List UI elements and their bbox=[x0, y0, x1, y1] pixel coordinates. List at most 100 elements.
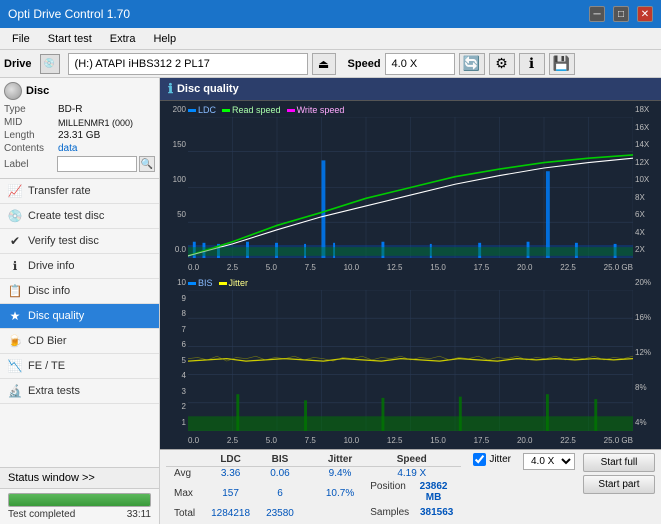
menu-bar: File Start test Extra Help bbox=[0, 28, 661, 50]
title-bar: Opti Drive Control 1.70 ─ □ ✕ bbox=[0, 0, 661, 28]
sidebar: Disc Type BD-R MID MILLENMR1 (000) Lengt… bbox=[0, 78, 160, 524]
info-button[interactable]: ℹ bbox=[519, 53, 545, 75]
max-label: Max bbox=[166, 480, 203, 506]
speed-select-stats[interactable]: 4.0 X 2.0 X 1.0 X bbox=[523, 453, 575, 470]
transfer-rate-icon: 📈 bbox=[8, 184, 22, 198]
start-full-button[interactable]: Start full bbox=[583, 453, 655, 472]
contents-value: data bbox=[58, 143, 77, 154]
header-ldc: LDC bbox=[203, 453, 258, 467]
jitter-checkbox[interactable] bbox=[473, 453, 486, 466]
legend-jitter: Jitter bbox=[229, 278, 249, 288]
eject-button[interactable]: ⏏ bbox=[312, 53, 336, 75]
max-jitter: 10.7% bbox=[318, 480, 362, 506]
avg-speed: 4.19 X bbox=[362, 467, 461, 481]
sidebar-item-label: Verify test disc bbox=[28, 235, 99, 247]
menu-help[interactable]: Help bbox=[145, 31, 184, 47]
disc-panel-title: Disc bbox=[26, 85, 49, 97]
maximize-button[interactable]: □ bbox=[613, 6, 629, 22]
settings-button[interactable]: ⚙ bbox=[489, 53, 515, 75]
status-window-button[interactable]: Status window >> bbox=[0, 468, 159, 489]
sidebar-item-label: Disc info bbox=[28, 285, 70, 297]
header-speed: Speed bbox=[362, 453, 461, 467]
menu-extra[interactable]: Extra bbox=[102, 31, 144, 47]
app-title: Opti Drive Control 1.70 bbox=[8, 7, 130, 21]
charts-container: LDC Read speed Write speed 200 150 10 bbox=[160, 101, 661, 449]
header-bis: BIS bbox=[258, 453, 302, 467]
status-bar: Status window >> Test completed 33:11 bbox=[0, 467, 159, 524]
avg-label: Avg bbox=[166, 467, 203, 481]
drive-selector[interactable]: (H:) ATAPI iHBS312 2 PL17 bbox=[68, 53, 308, 75]
menu-start-test[interactable]: Start test bbox=[40, 31, 100, 47]
sidebar-item-cd-bier[interactable]: 🍺 CD Bier bbox=[0, 329, 159, 354]
save-button[interactable]: 💾 bbox=[549, 53, 575, 75]
sidebar-item-disc-quality[interactable]: ★ Disc quality bbox=[0, 304, 159, 329]
status-window-label: Status window >> bbox=[8, 472, 95, 484]
header-jitter-label: Jitter bbox=[318, 453, 362, 467]
chart2-wrapper: BIS Jitter 10 9 8 7 6 5 4 3 bbox=[162, 276, 659, 447]
create-test-disc-icon: 💿 bbox=[8, 209, 22, 223]
pos-value: 23862 MB bbox=[414, 481, 454, 503]
label-button[interactable]: 🔍 bbox=[139, 156, 155, 172]
speed-label: Speed bbox=[348, 58, 381, 70]
disc-panel: Disc Type BD-R MID MILLENMR1 (000) Lengt… bbox=[0, 78, 159, 179]
speed-selector[interactable]: 4.0 X bbox=[385, 53, 455, 75]
total-label: Total bbox=[166, 506, 203, 521]
chart1-y-axis-right: 18X 16X 14X 12X 10X 8X 6X 4X 2X bbox=[633, 103, 659, 256]
sidebar-item-transfer-rate[interactable]: 📈 Transfer rate bbox=[0, 179, 159, 204]
sidebar-item-drive-info[interactable]: ℹ Drive info bbox=[0, 254, 159, 279]
avg-jitter: 9.4% bbox=[318, 467, 362, 481]
chart2-x-axis: 0.0 2.5 5.0 7.5 10.0 12.5 15.0 17.5 20.0… bbox=[188, 436, 633, 445]
sidebar-item-fe-te[interactable]: 📉 FE / TE bbox=[0, 354, 159, 379]
sidebar-item-verify-test-disc[interactable]: ✔ Verify test disc bbox=[0, 229, 159, 254]
chart1-wrapper: LDC Read speed Write speed 200 150 10 bbox=[162, 103, 659, 274]
label-label: Label bbox=[4, 159, 57, 170]
chart2-svg-container bbox=[188, 290, 633, 431]
chart1-x-axis: 0.0 2.5 5.0 7.5 10.0 12.5 15.0 17.5 20.0… bbox=[188, 263, 633, 272]
contents-label: Contents bbox=[4, 143, 58, 154]
position-row: Position 23862 MB bbox=[370, 481, 453, 503]
progress-fill bbox=[9, 494, 150, 506]
status-time: 33:11 bbox=[127, 509, 151, 520]
extra-tests-icon: 🔬 bbox=[8, 384, 22, 398]
chart2-svg bbox=[188, 290, 633, 431]
sidebar-item-label: Create test disc bbox=[28, 210, 104, 222]
max-ldc: 157 bbox=[203, 480, 258, 506]
sidebar-item-create-test-disc[interactable]: 💿 Create test disc bbox=[0, 204, 159, 229]
disc-quality-header-icon: ℹ bbox=[168, 81, 173, 97]
verify-test-disc-icon: ✔ bbox=[8, 234, 22, 248]
samples-label: Samples bbox=[370, 507, 409, 518]
progress-bar bbox=[8, 493, 151, 507]
length-label: Length bbox=[4, 130, 58, 141]
label-input[interactable] bbox=[57, 156, 137, 172]
max-bis: 6 bbox=[258, 480, 302, 506]
pos-label: Position bbox=[370, 481, 406, 503]
sidebar-item-disc-info[interactable]: 📋 Disc info bbox=[0, 279, 159, 304]
fe-te-icon: 📉 bbox=[8, 359, 22, 373]
close-button[interactable]: ✕ bbox=[637, 6, 653, 22]
speed-value: 4.0 X bbox=[392, 58, 418, 70]
legend-ldc: LDC bbox=[198, 105, 216, 115]
drive-bar: Drive 💿 (H:) ATAPI iHBS312 2 PL17 ⏏ Spee… bbox=[0, 50, 661, 78]
disc-quality-title: Disc quality bbox=[177, 83, 239, 95]
disc-info-icon: 📋 bbox=[8, 284, 22, 298]
sidebar-item-label: Transfer rate bbox=[28, 185, 91, 197]
drive-info-icon: ℹ bbox=[8, 259, 22, 273]
refresh-button[interactable]: 🔄 bbox=[459, 53, 485, 75]
type-value: BD-R bbox=[58, 104, 82, 115]
menu-file[interactable]: File bbox=[4, 31, 38, 47]
chart1-legend: LDC Read speed Write speed bbox=[188, 105, 344, 115]
avg-ldc: 3.36 bbox=[203, 467, 258, 481]
disc-quality-header: ℹ Disc quality bbox=[160, 78, 661, 101]
samples-value: 381563 bbox=[420, 507, 453, 518]
sidebar-item-extra-tests[interactable]: 🔬 Extra tests bbox=[0, 379, 159, 404]
drive-label: Drive bbox=[4, 58, 32, 70]
content-area: ℹ Disc quality LDC Read speed bbox=[160, 78, 661, 524]
disc-icon bbox=[4, 82, 22, 100]
type-label: Type bbox=[4, 104, 58, 115]
chart2-y-axis-left: 10 9 8 7 6 5 4 3 2 1 bbox=[162, 276, 188, 429]
drive-value: (H:) ATAPI iHBS312 2 PL17 bbox=[75, 58, 210, 70]
start-part-button[interactable]: Start part bbox=[583, 475, 655, 494]
window-controls: ─ □ ✕ bbox=[589, 6, 653, 22]
minimize-button[interactable]: ─ bbox=[589, 6, 605, 22]
sidebar-item-label: Drive info bbox=[28, 260, 74, 272]
